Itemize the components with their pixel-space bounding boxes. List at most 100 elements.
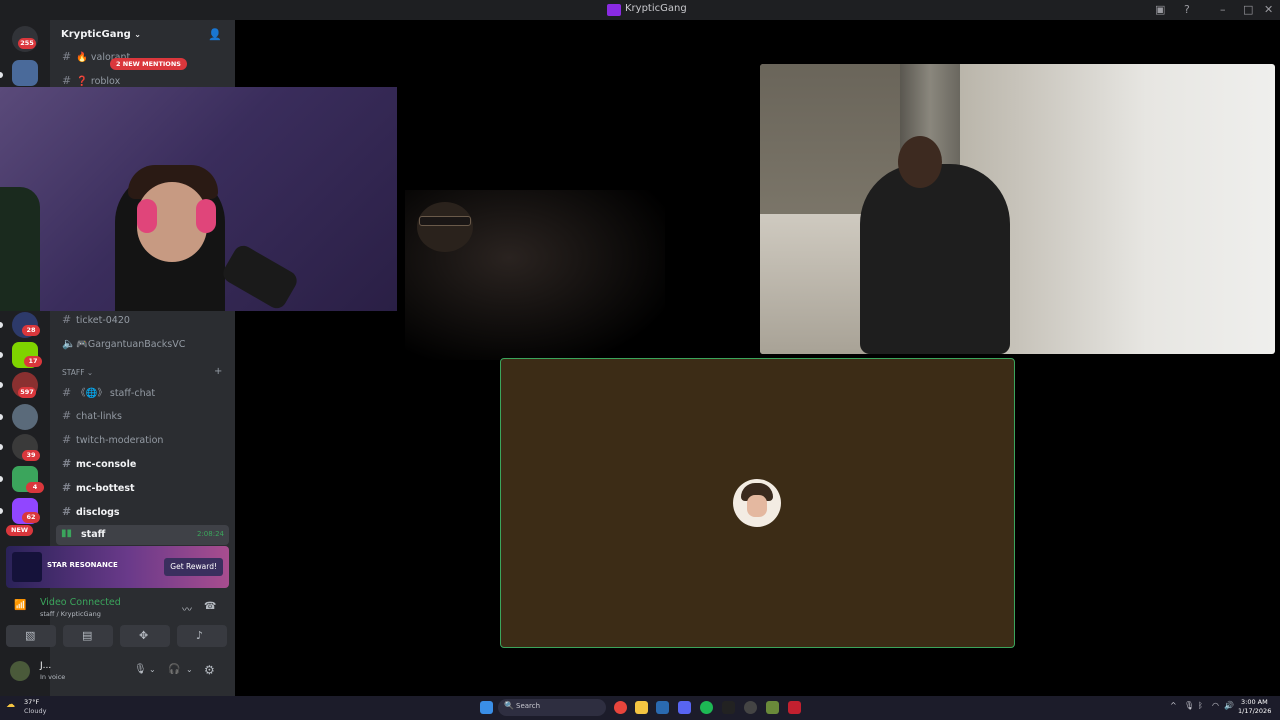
avatar[interactable]	[10, 661, 30, 681]
channel-mc-bottest[interactable]: # mc-bottest	[62, 481, 135, 499]
minimize-button[interactable]: –	[1220, 3, 1226, 16]
hash-icon: #	[62, 74, 72, 87]
disconnect-icon[interactable]: ☎	[204, 601, 216, 612]
help-icon[interactable]: ?	[1184, 3, 1190, 16]
channel-label: roblox	[90, 76, 121, 87]
headset-right	[196, 199, 216, 233]
glasses-shape	[419, 216, 471, 226]
chevron-down-icon[interactable]: ⌄	[149, 665, 156, 674]
channel-emoji: ❓	[76, 76, 88, 87]
unread-pill	[0, 444, 3, 450]
channel-label: mc-console	[76, 459, 137, 470]
get-reward-button[interactable]: Get Reward!	[164, 558, 223, 576]
channel-label: chat-links	[76, 411, 122, 422]
server-name-header[interactable]: KrypticGang ⌄	[61, 29, 141, 40]
headphones-icon[interactable]: 🎧	[168, 664, 180, 675]
promo-game-name: STAR RESONANCE	[47, 561, 118, 569]
server-icon[interactable]	[12, 404, 38, 430]
wifi-icon[interactable]: ◠	[1212, 701, 1219, 710]
screen-share-icon: ▤	[82, 629, 93, 642]
channel-ticket-0420[interactable]: # ticket-0420	[62, 313, 130, 331]
soundboard-button[interactable]: ♪	[177, 625, 227, 647]
badge: 4	[26, 482, 44, 493]
chevron-down-icon[interactable]: ⌄	[186, 665, 193, 674]
unread-pill	[0, 508, 3, 514]
search-icon: 🔍	[504, 701, 514, 710]
hash-icon: #	[62, 409, 72, 422]
avatar-face	[747, 495, 767, 517]
app-icon[interactable]	[788, 701, 801, 714]
minecraft-icon[interactable]	[766, 701, 779, 714]
category-staff[interactable]: STAFF ⌄	[62, 368, 93, 377]
app-icon[interactable]	[722, 701, 735, 714]
video-tile-dark[interactable]	[405, 190, 665, 360]
discord-icon[interactable]	[678, 701, 691, 714]
hash-icon: #	[62, 433, 72, 446]
unread-pill	[0, 322, 3, 328]
channel-mc-console[interactable]: # mc-console	[62, 457, 136, 475]
gear-icon[interactable]: ⚙	[204, 663, 215, 677]
channel-gargantuanbacksvc[interactable]: 🔈🎮GargantuanBacksVC	[62, 337, 185, 355]
volume-icon[interactable]: 🔊	[1224, 701, 1234, 710]
chevron-up-icon[interactable]: ^	[1170, 701, 1177, 710]
obs-icon[interactable]	[744, 701, 757, 714]
voice-channel-path[interactable]: staff / KrypticGang	[40, 610, 101, 618]
channel-label: ticket-0420	[76, 315, 130, 326]
bluetooth-icon[interactable]: ᛒ	[1198, 701, 1203, 710]
channel-label: twitch-moderation	[76, 435, 164, 446]
search-placeholder: Search	[516, 702, 541, 710]
hash-icon: #	[62, 505, 72, 518]
channel-staff-chat[interactable]: # 《🌐》 staff-chat	[62, 385, 155, 403]
badge-home: 255	[18, 38, 36, 49]
channel-twitch-moderation[interactable]: # twitch-moderation	[62, 433, 163, 451]
spotify-icon[interactable]	[700, 701, 713, 714]
weather-icon: ☁	[6, 700, 15, 710]
video-tile-room[interactable]	[760, 64, 1275, 354]
unread-pill	[0, 414, 3, 420]
weather-condition: Cloudy	[24, 707, 47, 715]
channel-emoji: 🔥	[76, 52, 88, 63]
activities-button[interactable]: ✥	[120, 625, 170, 647]
invite-people-icon[interactable]: 👤	[208, 28, 222, 41]
channel-chat-links[interactable]: # chat-links	[62, 409, 122, 427]
camera-off-icon: ▧	[25, 629, 36, 642]
participant-avatar	[733, 479, 781, 527]
badge: 62	[22, 512, 40, 523]
active-voice-channel-staff[interactable]: ▮▮ staff 2:08:24	[56, 525, 229, 545]
speaker-icon: 🔈	[62, 337, 76, 350]
noise-suppression-icon[interactable]: 〰	[182, 601, 192, 616]
microphone-icon[interactable]: 🎙	[134, 664, 147, 675]
unread-pill	[0, 476, 3, 482]
chrome-icon[interactable]	[614, 701, 627, 714]
user-status: In voice	[40, 673, 66, 681]
username: J...	[40, 661, 52, 671]
steam-icon[interactable]	[656, 701, 669, 714]
clock-time[interactable]: 3:00 AM	[1241, 698, 1268, 706]
maximize-button[interactable]: □	[1243, 3, 1253, 16]
taskbar-search[interactable]: 🔍 Search	[498, 699, 606, 716]
app-logo-icon	[607, 4, 621, 16]
weather-temp[interactable]: 37°F	[24, 698, 39, 706]
channel-label: mc-bottest	[76, 483, 135, 494]
add-channel-icon[interactable]: +	[214, 366, 222, 377]
close-button[interactable]: ✕	[1264, 3, 1273, 16]
hash-icon: #	[62, 457, 72, 470]
person-silhouette	[860, 164, 1010, 354]
new-mentions-banner[interactable]: 2 NEW MENTIONS	[110, 58, 187, 70]
channel-disclogs[interactable]: # disclogs	[62, 505, 120, 523]
file-explorer-icon[interactable]	[635, 701, 648, 714]
inbox-icon[interactable]: ▣	[1155, 3, 1165, 16]
hash-icon: #	[62, 313, 72, 326]
share-screen-button[interactable]: ▤	[63, 625, 113, 647]
unread-pill	[0, 382, 3, 388]
video-tile-avatar-only[interactable]	[500, 358, 1015, 648]
participant-silhouette	[417, 202, 473, 252]
toggle-camera-button[interactable]: ▧	[6, 625, 56, 647]
voice-status-panel: 📶 Video Connected staff / KrypticGang 〰 …	[6, 592, 229, 652]
unread-pill	[0, 352, 3, 358]
signal-icon[interactable]: 📶	[14, 600, 26, 611]
server-icon[interactable]	[12, 60, 38, 86]
windows-start-icon[interactable]	[480, 701, 493, 714]
server-name: KrypticGang	[61, 29, 131, 40]
microphone-tray-icon[interactable]: 🎙	[1184, 701, 1194, 710]
